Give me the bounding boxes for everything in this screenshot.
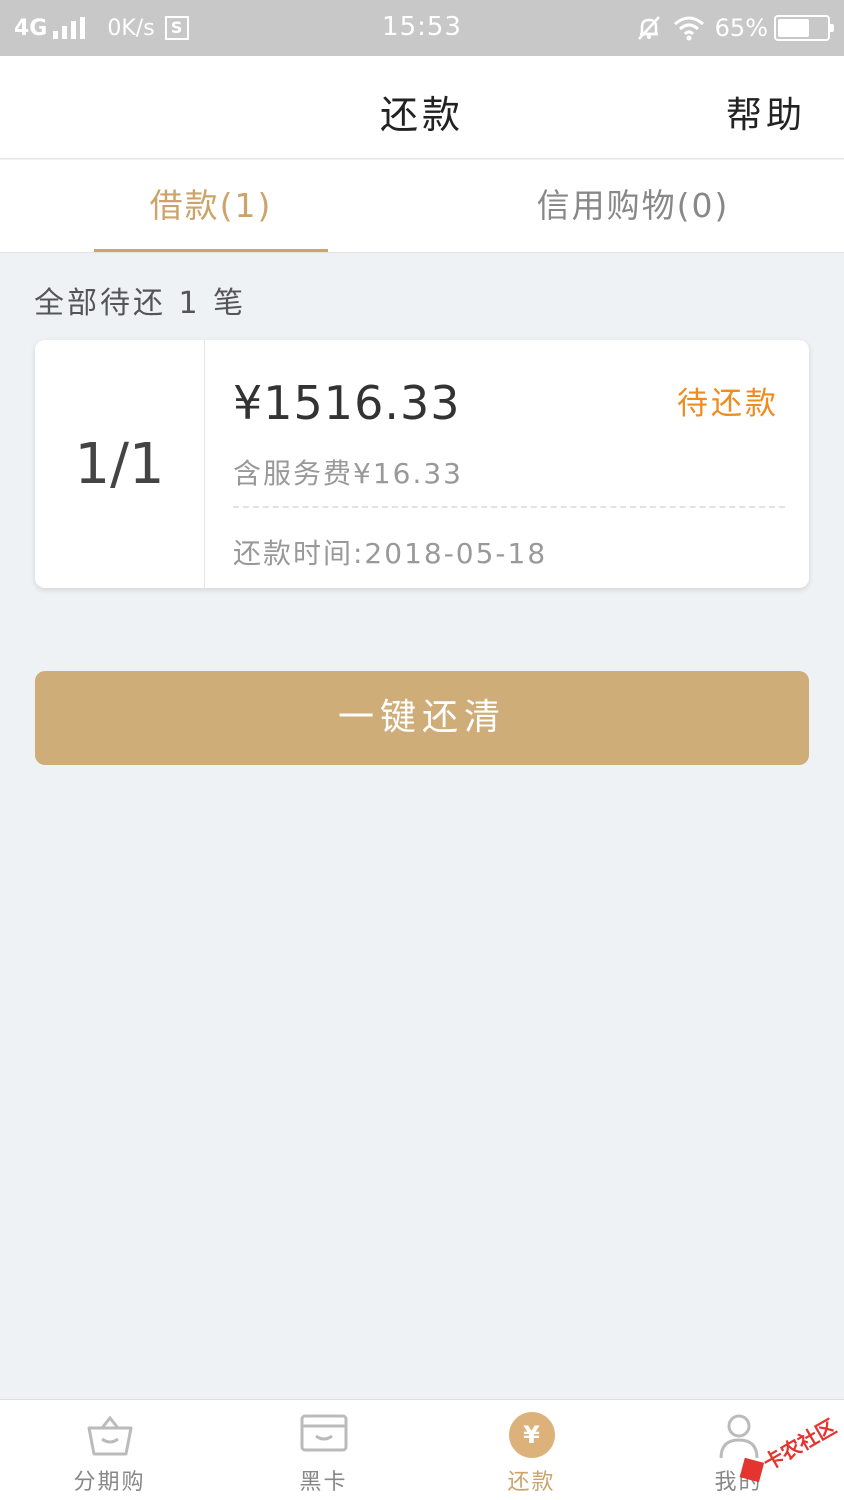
battery-level [778, 19, 810, 37]
repayment-amount: ¥1516.33 [233, 376, 461, 430]
service-fee: 含服务费¥16.33 [233, 457, 463, 490]
nav-label: 还款 [507, 1470, 556, 1495]
tab-active-indicator [94, 249, 328, 252]
card-icon [300, 1414, 347, 1452]
tab-loan[interactable]: 借款(1) [0, 160, 422, 253]
installment-index: 1/1 [35, 340, 205, 588]
yen-icon: ¥ [508, 1412, 555, 1458]
nav-label: 黑卡 [299, 1470, 348, 1495]
battery-percent: 65% [714, 14, 768, 42]
status-bar: 4G 0K/s S 15:53 65% [0, 0, 844, 56]
tab-bar: 借款(1) 信用购物(0) [0, 160, 844, 253]
bottom-nav: 分期购 黑卡 ¥ 还款 我的 [0, 1399, 844, 1500]
pay-all-button[interactable]: 一键还清 [35, 671, 809, 765]
nav-item-installment[interactable]: 分期购 [4, 1400, 215, 1500]
pending-summary: 全部待还 1 笔 [34, 286, 247, 321]
header: 还款 帮助 [0, 56, 844, 159]
basket-icon [87, 1415, 132, 1456]
status-badge: 待还款 [677, 386, 779, 422]
wifi-icon [673, 16, 704, 41]
help-button[interactable]: 帮助 [726, 86, 806, 138]
nav-item-repayment[interactable]: ¥ 还款 [426, 1400, 637, 1500]
nav-item-black-card[interactable]: 黑卡 [218, 1400, 429, 1500]
page-title: 还款 [379, 93, 464, 137]
tab-credit-shopping[interactable]: 信用购物(0) [422, 160, 844, 253]
nav-label: 分期购 [73, 1470, 146, 1495]
mute-bell-icon [637, 16, 660, 40]
divider [233, 506, 785, 508]
battery-icon [774, 15, 834, 41]
status-right: 65% [635, 12, 834, 44]
due-date: 还款时间:2018-05-18 [233, 537, 548, 570]
repayment-card[interactable]: 1/1 ¥1516.33 待还款 含服务费¥16.33 还款时间:2018-05… [35, 340, 809, 588]
